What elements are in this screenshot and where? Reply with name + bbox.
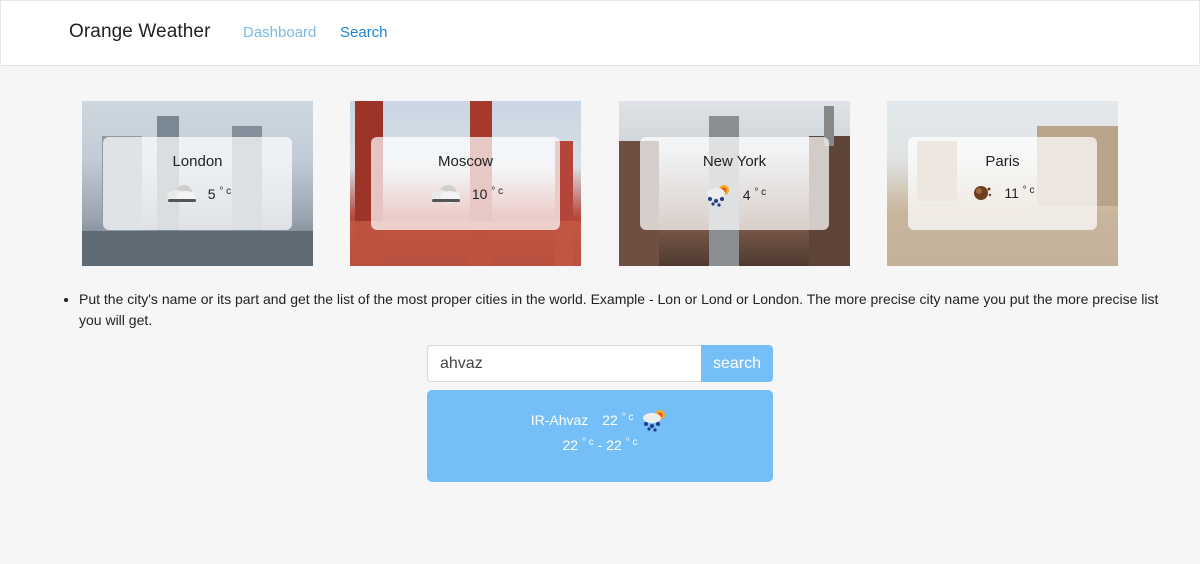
temp-unit: ° c <box>1022 185 1035 197</box>
cloud-icon <box>164 183 198 208</box>
city-card-overlay: London 5 ° c <box>103 137 292 230</box>
city-card-paris[interactable]: Paris 11 ° c <box>887 101 1118 266</box>
city-name: Moscow <box>437 153 493 170</box>
result-range: 22 ° c - 22 ° c <box>427 437 773 453</box>
snow-sun-icon <box>703 183 733 210</box>
temp-unit: ° c <box>219 186 232 198</box>
city-name: London <box>172 153 223 170</box>
temp-unit: ° c <box>625 437 638 448</box>
range-separator: - <box>597 437 603 453</box>
city-card-overlay: Moscow 10 ° c <box>371 137 560 230</box>
city-card-overlay: Paris 11 ° c <box>908 137 1097 230</box>
city-temp-row: 5 ° c <box>103 183 292 208</box>
brand-title[interactable]: Orange Weather <box>69 21 211 43</box>
mist-icon <box>970 183 994 206</box>
search-result-card[interactable]: IR-Ahvaz 22 ° c 22 ° c - 22 ° c <box>427 390 773 482</box>
nav-link-dashboard[interactable]: Dashboard <box>243 24 316 41</box>
search-button[interactable]: search <box>701 345 773 382</box>
city-card-london[interactable]: London 5 ° c <box>82 101 313 266</box>
city-temp: 4 <box>742 187 751 204</box>
temp-unit: ° c <box>581 437 594 448</box>
city-temp-row: 11 ° c <box>908 183 1097 206</box>
city-temp: 5 <box>207 186 216 203</box>
city-name: New York <box>702 153 767 170</box>
city-temp-row: 10 ° c <box>371 183 560 208</box>
result-max-temp: 22 <box>606 437 622 453</box>
hint-list: Put the city's name or its part and get … <box>60 289 1169 331</box>
result-temp: 22 <box>602 412 618 429</box>
temp-unit: ° c <box>621 412 634 424</box>
result-min-temp: 22 <box>562 437 579 453</box>
city-card-overlay: New York 4 ° c <box>640 137 829 230</box>
nav-link-search[interactable]: Search <box>340 24 388 41</box>
navbar: Orange Weather Dashboard Search <box>0 0 1200 66</box>
temp-unit: ° c <box>491 186 504 198</box>
city-temp: 11 <box>1004 185 1019 202</box>
result-city: IR-Ahvaz <box>530 412 589 429</box>
city-name: Paris <box>985 153 1020 170</box>
search-input[interactable] <box>427 345 701 382</box>
city-card-moscow[interactable]: Moscow 10 ° c <box>350 101 581 266</box>
city-card-new-york[interactable]: New York 4 ° c <box>619 101 850 266</box>
city-temp: 10 <box>471 186 488 203</box>
city-temp-row: 4 ° c <box>640 183 829 210</box>
hint-text: Put the city's name or its part and get … <box>79 289 1169 331</box>
snow-sun-icon <box>639 408 669 435</box>
temp-unit: ° c <box>754 187 767 199</box>
cloud-icon <box>428 183 462 208</box>
result-summary: IR-Ahvaz 22 ° c <box>427 408 773 435</box>
